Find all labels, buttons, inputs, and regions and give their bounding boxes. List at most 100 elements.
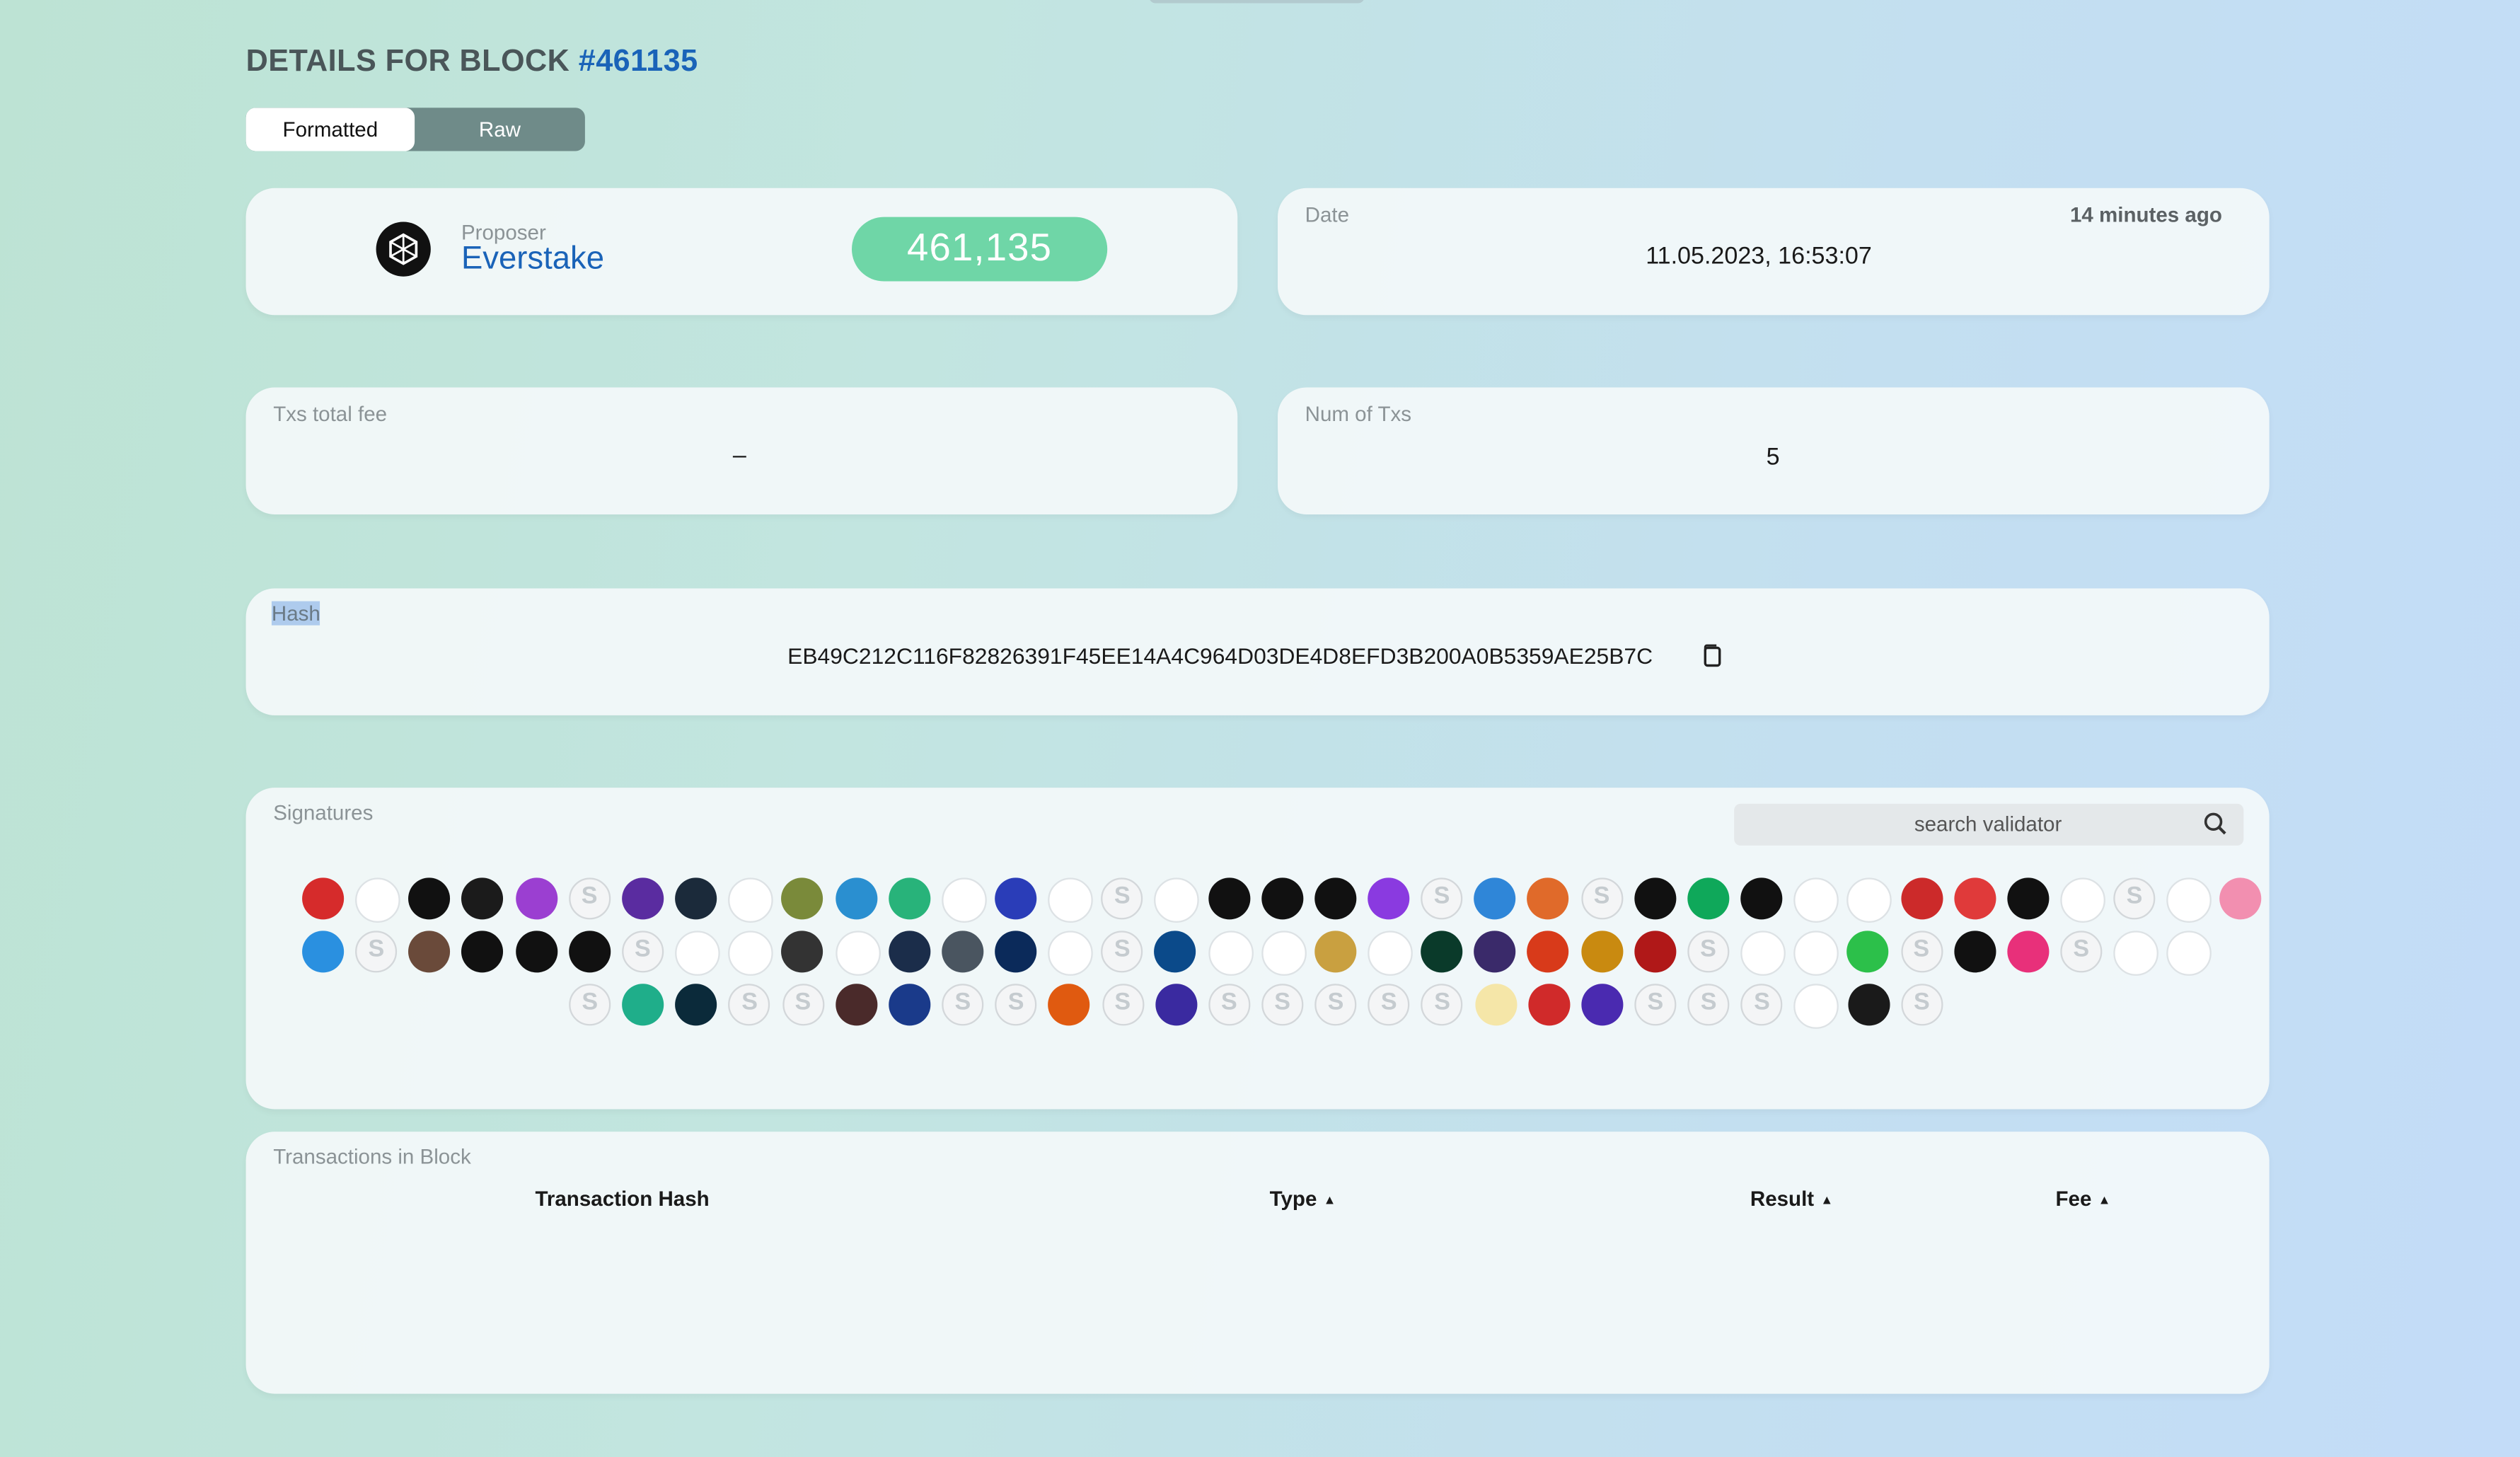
block-height-badge: 461,135 (852, 217, 1108, 282)
validator-avatar-icon[interactable]: S (1687, 984, 1730, 1026)
signatures-label: Signatures (273, 800, 374, 825)
validator-avatar-icon[interactable] (2006, 931, 2049, 973)
validator-avatar-icon[interactable]: S (1261, 984, 1304, 1026)
hash-value[interactable]: EB49C212C116F82826391F45EE14A4C964D03DE4… (787, 643, 1653, 669)
validator-avatar-icon[interactable] (995, 877, 1037, 920)
validator-avatar-icon[interactable] (675, 877, 717, 920)
num-txs-label: Num of Txs (1305, 401, 1412, 427)
proposer-logo-icon (376, 221, 431, 277)
validator-avatar-icon[interactable] (941, 931, 983, 973)
validator-avatar-icon[interactable] (302, 931, 345, 973)
validator-avatar-icon[interactable] (2060, 877, 2105, 923)
raw-tab[interactable]: Raw (415, 108, 585, 151)
col-type-label: Type (1269, 1186, 1317, 1211)
top-handle (1149, 0, 1365, 4)
validator-avatar-icon[interactable] (515, 877, 557, 920)
validator-avatar-icon[interactable] (302, 877, 345, 920)
validator-avatar-icon[interactable] (889, 984, 931, 1026)
validator-avatar-icon[interactable] (1048, 931, 1093, 976)
validator-avatar-icon[interactable]: S (355, 931, 398, 973)
validator-avatar-icon[interactable] (1155, 984, 1197, 1026)
validator-avatar-icon[interactable]: S (1900, 931, 1943, 973)
date-label: Date (1305, 202, 1350, 227)
validator-avatar-icon[interactable] (568, 931, 611, 973)
title-prefix: DETAILS FOR BLOCK (245, 45, 579, 79)
validator-avatar-icon[interactable] (835, 931, 880, 976)
validator-avatar-icon[interactable] (1793, 877, 1839, 923)
validator-avatar-icon[interactable] (1900, 877, 1943, 920)
validator-avatar-icon[interactable] (888, 877, 930, 920)
fee-label: Txs total fee (273, 401, 388, 427)
validator-avatar-icon[interactable]: S (1421, 877, 1463, 920)
validator-avatar-icon[interactable]: S (2113, 877, 2156, 920)
validator-avatar-icon[interactable] (622, 984, 664, 1026)
validator-avatar-icon[interactable] (1580, 984, 1624, 1026)
col-fee[interactable]: Fee ▲ (2056, 1187, 2111, 1211)
search-icon[interactable] (2204, 812, 2228, 843)
validator-avatar-icon[interactable]: S (1314, 984, 1357, 1026)
search-input[interactable]: search validator (1734, 812, 2242, 836)
validator-avatar-icon[interactable] (941, 877, 987, 923)
col-transaction-hash[interactable]: Transaction Hash (535, 1187, 709, 1211)
validator-avatar-icon[interactable] (728, 877, 774, 923)
validator-avatar-icon[interactable] (1421, 931, 1463, 973)
proposer-name[interactable]: Everstake (461, 241, 604, 278)
sort-arrow-icon: ▲ (1820, 1192, 1834, 1208)
validator-avatar-icon[interactable] (1261, 931, 1307, 976)
validator-avatar-icon[interactable] (1740, 877, 1783, 920)
col-result[interactable]: Result ▲ (1750, 1187, 1833, 1211)
validator-avatar-icon[interactable] (835, 877, 877, 920)
validator-avatar-icon[interactable] (995, 931, 1037, 973)
validator-avatar-icon[interactable] (728, 931, 774, 976)
validator-avatar-icon[interactable]: S (569, 984, 611, 1026)
validator-avatar-icon[interactable] (1847, 984, 1890, 1026)
validator-avatar-icon[interactable]: S (1102, 984, 1144, 1026)
date-relative: 14 minutes ago (2069, 202, 2222, 227)
validator-avatar-icon[interactable] (1953, 931, 1996, 973)
validator-avatar-icon[interactable] (1474, 984, 1517, 1026)
validator-avatar-icon[interactable]: S (1900, 984, 1943, 1026)
validator-avatar-icon[interactable] (1314, 931, 1356, 973)
validator-avatar-icon[interactable] (675, 931, 720, 976)
validator-avatar-icon[interactable] (1740, 931, 1786, 976)
validator-avatar-icon[interactable] (1634, 931, 1676, 973)
validator-avatar-icon[interactable] (1793, 931, 1839, 976)
validator-avatar-icon[interactable] (1314, 877, 1356, 920)
validator-avatar-icon[interactable]: S (1687, 931, 1730, 973)
validator-avatar-icon[interactable]: S (568, 877, 611, 920)
validator-avatar-icon[interactable] (1208, 931, 1253, 976)
validator-avatar-icon[interactable] (2006, 877, 2049, 920)
validator-avatar-icon[interactable] (835, 984, 877, 1026)
copy-icon[interactable] (1700, 643, 1723, 675)
formatted-tab[interactable]: Formatted (245, 108, 415, 151)
validator-avatar-icon[interactable]: S (1580, 877, 1623, 920)
validator-avatar-icon[interactable] (888, 931, 930, 973)
validator-avatar-icon[interactable] (355, 877, 400, 923)
validator-avatar-icon[interactable] (2113, 931, 2159, 976)
validator-avatar-icon[interactable]: S (2060, 931, 2103, 973)
view-toggle: Formatted Raw (245, 108, 585, 151)
validator-avatar-icon[interactable] (1048, 877, 1093, 923)
validator-search[interactable]: search validator (1734, 803, 2244, 846)
validator-avatar-icon[interactable]: S (782, 984, 824, 1026)
validator-avatar-icon[interactable] (1208, 877, 1250, 920)
validator-avatar-icon[interactable]: S (942, 984, 984, 1026)
validator-avatar-icon[interactable] (1953, 877, 1996, 920)
fee-value: – (732, 442, 746, 470)
validator-avatar-icon[interactable] (1368, 931, 1413, 976)
validator-avatar-icon[interactable] (1261, 877, 1303, 920)
validator-avatar-icon[interactable] (1580, 931, 1623, 973)
validator-avatar-icon[interactable]: S (1634, 984, 1677, 1026)
col-type[interactable]: Type ▲ (1270, 1187, 1336, 1211)
col-result-label: Result (1750, 1186, 1815, 1211)
validator-avatar-icon[interactable] (1687, 877, 1730, 920)
validator-avatar-icon[interactable] (1527, 984, 1570, 1026)
validator-avatar-icon[interactable] (1368, 877, 1410, 920)
col-fee-label: Fee (2055, 1186, 2092, 1211)
validator-avatar-icon[interactable]: S (995, 984, 1037, 1026)
validator-avatar-icon[interactable] (515, 931, 557, 973)
validator-avatar-icon[interactable]: S (1208, 984, 1250, 1026)
validator-avatar-icon[interactable] (1634, 877, 1676, 920)
validator-avatar-icon[interactable] (621, 877, 664, 920)
validator-avatar-icon[interactable]: S (621, 931, 664, 973)
